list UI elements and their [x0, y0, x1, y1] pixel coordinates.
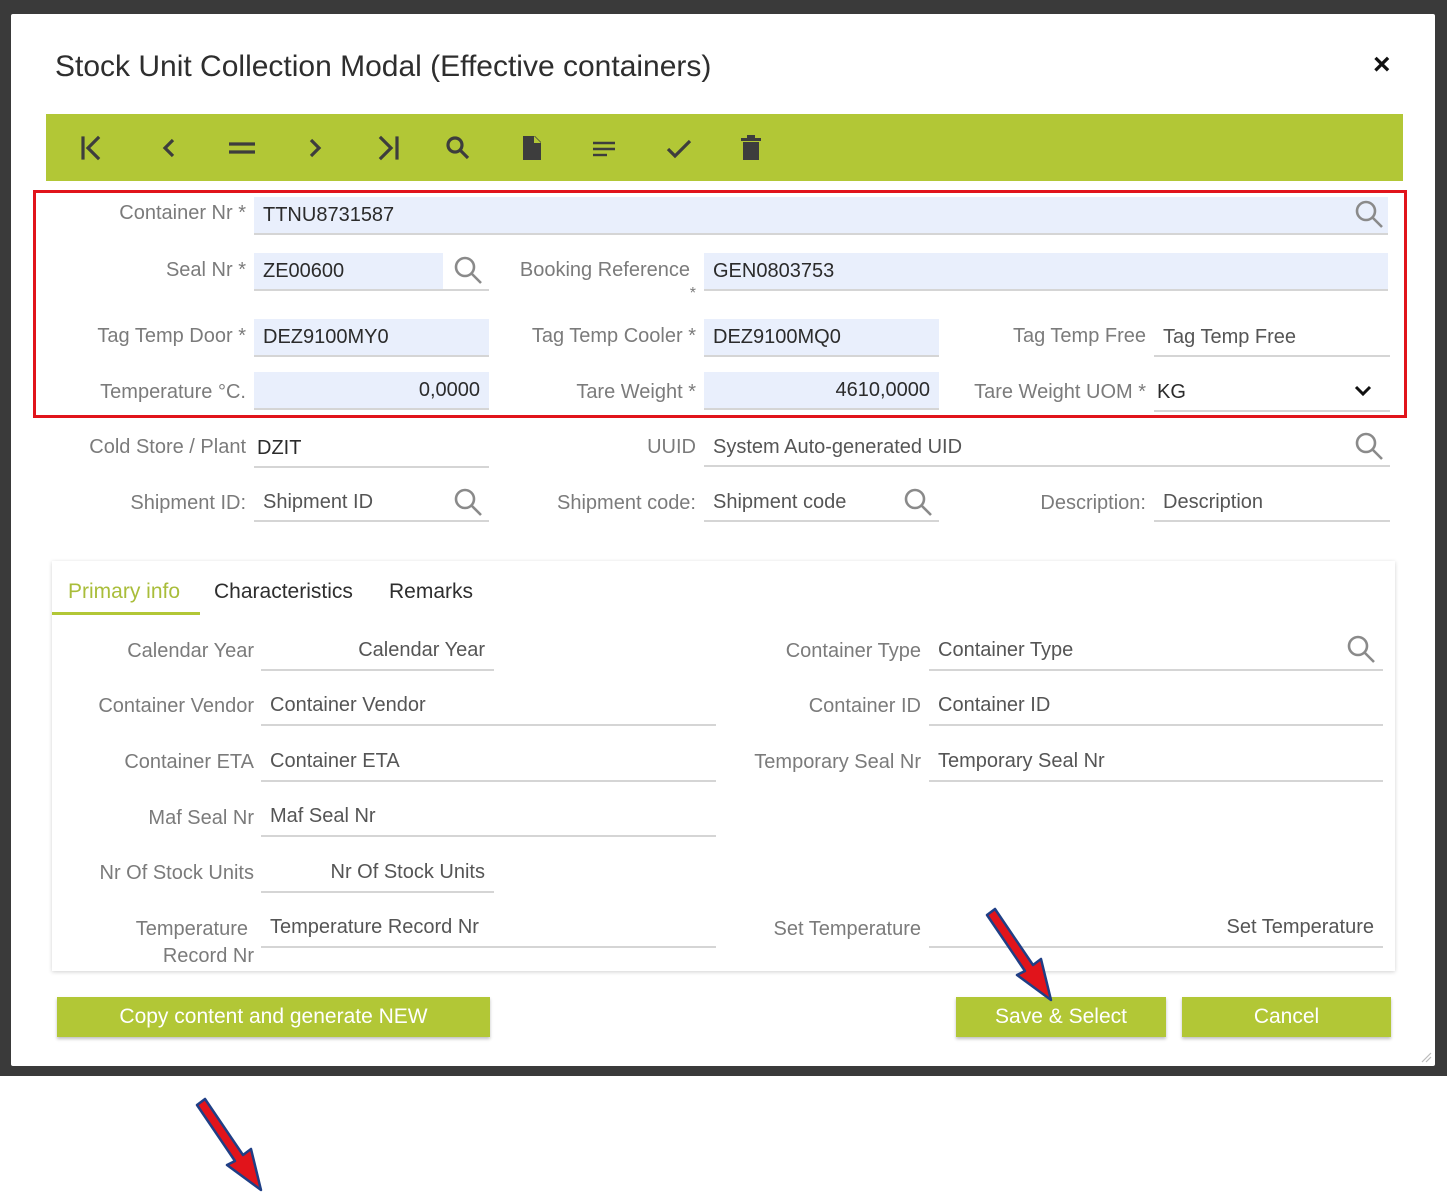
- uuid-search-icon[interactable]: [1353, 430, 1385, 462]
- booking-reference-label: Booking Reference: [519, 259, 690, 281]
- booking-reference-required-mark: *: [689, 285, 696, 302]
- copy-generate-new-button[interactable]: Copy content and generate NEW: [57, 997, 490, 1037]
- container-eta-input[interactable]: Container ETA: [261, 742, 716, 782]
- previous-record-icon[interactable]: [144, 114, 194, 181]
- container-id-label: Container ID: [808, 695, 921, 717]
- description-input[interactable]: Description: [1154, 484, 1390, 522]
- close-icon[interactable]: ×: [1373, 48, 1391, 82]
- seal-nr-label: Seal Nr *: [165, 259, 246, 281]
- tag-temp-door-label: Tag Temp Door *: [97, 325, 246, 347]
- details-icon[interactable]: [579, 114, 629, 181]
- maf-seal-nr-input[interactable]: Maf Seal Nr: [261, 797, 716, 837]
- active-tab-indicator: [52, 612, 200, 615]
- cold-store-input[interactable]: DZIT: [254, 430, 489, 468]
- seal-nr-input[interactable]: ZE00600: [254, 253, 443, 291]
- confirm-icon[interactable]: [654, 114, 704, 181]
- shipment-code-label: Shipment code:: [557, 492, 696, 514]
- modal-title: Stock Unit Collection Modal (Effective c…: [55, 50, 712, 83]
- tag-temp-free-input[interactable]: Tag Temp Free: [1154, 319, 1390, 357]
- set-temperature-label: Set Temperature: [773, 918, 922, 940]
- tare-weight-input[interactable]: 4610,0000: [704, 372, 939, 410]
- temperature-label: Temperature °C.: [100, 381, 246, 403]
- delete-icon[interactable]: [726, 114, 776, 181]
- tag-temp-free-label: Tag Temp Free: [1012, 325, 1146, 347]
- annotation-arrow-bottom: [195, 1097, 263, 1192]
- temporary-seal-nr-input[interactable]: Temporary Seal Nr: [929, 742, 1383, 782]
- shipment-id-search-icon[interactable]: [452, 486, 484, 518]
- last-record-icon[interactable]: [363, 114, 413, 181]
- tab-remarks[interactable]: Remarks: [389, 580, 473, 604]
- cancel-button[interactable]: Cancel: [1182, 997, 1391, 1037]
- temperature-record-nr-label-line2: Record Nr: [162, 945, 254, 967]
- temporary-seal-nr-label: Temporary Seal Nr: [754, 751, 921, 773]
- record-toolbar: [46, 114, 1403, 181]
- container-eta-label: Container ETA: [124, 751, 254, 773]
- shipment-code-search-icon[interactable]: [902, 486, 934, 518]
- tare-weight-label: Tare Weight *: [576, 381, 696, 403]
- cold-store-label: Cold Store / Plant: [89, 436, 246, 458]
- container-type-input[interactable]: Container Type: [929, 631, 1383, 671]
- seal-nr-search-icon[interactable]: [452, 254, 484, 286]
- tab-primary-info[interactable]: Primary info: [68, 580, 180, 604]
- tare-weight-uom-label: Tare Weight UOM *: [974, 381, 1146, 403]
- uuid-input[interactable]: System Auto-generated UID: [704, 429, 1390, 467]
- stock-unit-modal: Stock Unit Collection Modal (Effective c…: [11, 14, 1435, 1066]
- tab-characteristics[interactable]: Characteristics: [214, 580, 353, 604]
- container-id-input[interactable]: Container ID: [929, 686, 1383, 726]
- description-label: Description:: [1040, 492, 1146, 514]
- container-type-search-icon[interactable]: [1345, 633, 1377, 665]
- container-nr-input[interactable]: TTNU8731587: [254, 197, 1388, 235]
- temperature-record-nr-input[interactable]: Temperature Record Nr: [261, 908, 716, 948]
- list-view-icon[interactable]: [217, 114, 267, 181]
- tag-temp-cooler-input[interactable]: DEZ9100MQ0: [704, 319, 939, 357]
- booking-reference-input[interactable]: GEN0803753: [704, 253, 1388, 291]
- container-nr-search-icon[interactable]: [1353, 198, 1385, 230]
- shipment-id-label: Shipment ID:: [130, 492, 246, 514]
- annotation-arrow-save: [985, 907, 1053, 1002]
- calendar-year-label: Calendar Year: [127, 640, 254, 662]
- temperature-input[interactable]: 0,0000: [254, 372, 489, 410]
- first-record-icon[interactable]: [66, 114, 116, 181]
- nr-of-stock-units-label: Nr Of Stock Units: [99, 862, 254, 884]
- uuid-label: UUID: [647, 436, 696, 458]
- nr-of-stock-units-input[interactable]: Nr Of Stock Units: [261, 853, 494, 893]
- container-vendor-input[interactable]: Container Vendor: [261, 686, 716, 726]
- chevron-down-icon[interactable]: [1352, 380, 1374, 402]
- search-icon[interactable]: [433, 114, 483, 181]
- tag-temp-cooler-label: Tag Temp Cooler *: [531, 325, 696, 347]
- container-nr-label: Container Nr *: [119, 202, 246, 224]
- next-record-icon[interactable]: [290, 114, 340, 181]
- container-type-label: Container Type: [785, 640, 921, 662]
- new-document-icon[interactable]: [507, 114, 557, 181]
- resize-handle-icon[interactable]: [1420, 1051, 1432, 1063]
- container-vendor-label: Container Vendor: [98, 695, 254, 717]
- temperature-record-nr-label-line1: Temperature: [135, 918, 248, 940]
- maf-seal-nr-label: Maf Seal Nr: [148, 807, 254, 829]
- tag-temp-door-input[interactable]: DEZ9100MY0: [254, 319, 489, 357]
- calendar-year-input[interactable]: Calendar Year: [261, 631, 494, 671]
